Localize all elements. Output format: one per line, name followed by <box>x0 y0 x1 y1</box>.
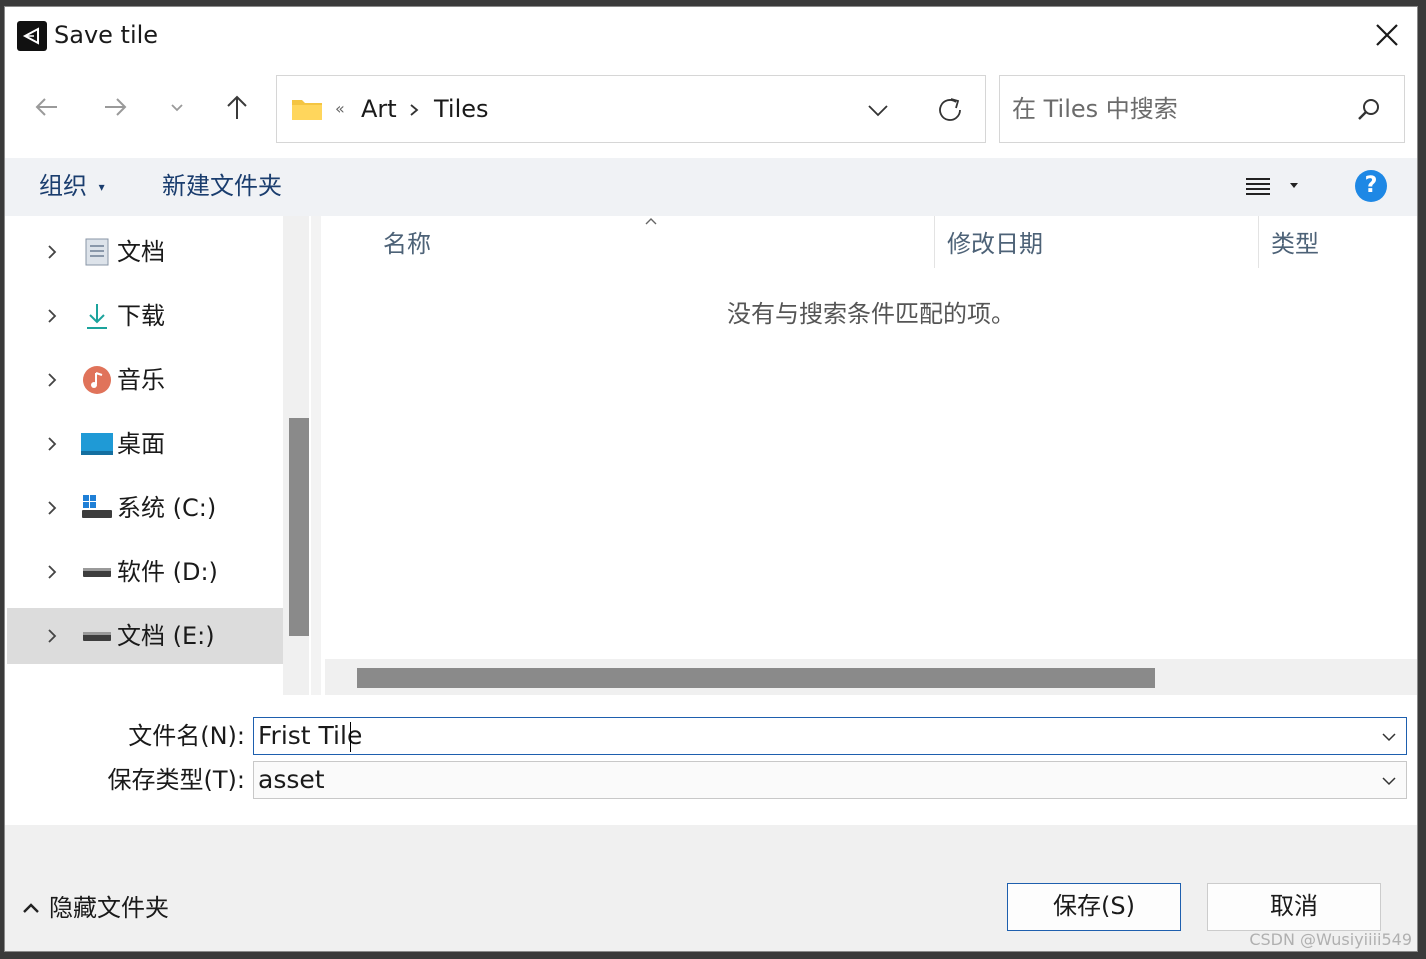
expand-chevron-icon[interactable] <box>41 433 63 455</box>
arrow-right-icon <box>105 98 127 116</box>
filename-value: Frist Tile <box>258 721 363 750</box>
sidebar-item-label: 文档 (E:) <box>117 622 215 650</box>
sidebar-item-drive-d[interactable]: 软件 (D:) <box>7 544 283 600</box>
command-toolbar: 组织 ▾ 新建文件夹 ? <box>5 158 1417 216</box>
expand-chevron-icon[interactable] <box>41 305 63 327</box>
filetype-value: asset <box>258 765 325 794</box>
navigation-bar: « Art Tiles 在 Tiles 中搜索 <box>5 63 1417 158</box>
chevron-down-icon[interactable] <box>1380 772 1398 790</box>
close-icon <box>1376 24 1398 46</box>
save-form: 文件名(N): Frist Tile 保存类型(T): asset <box>5 695 1417 825</box>
save-dialog: Save tile « Art Tiles 在 Tiles 中搜索 组织 ▾ 新… <box>4 6 1418 952</box>
navigation-pane: 文档 下载 音乐 桌面 系统 (C:) 软件 (D:) 文档 (E:) <box>5 216 311 695</box>
caret-down-icon: ▾ <box>98 180 105 194</box>
chevron-down-icon <box>171 104 183 112</box>
column-divider[interactable] <box>1258 216 1259 268</box>
recent-locations-button[interactable] <box>155 85 199 129</box>
chevron-right-icon <box>410 104 419 116</box>
save-button[interactable]: 保存(S) <box>1007 883 1181 931</box>
up-button[interactable] <box>215 85 259 129</box>
column-header-date[interactable]: 修改日期 <box>947 228 1043 260</box>
sidebar-item-music[interactable]: 音乐 <box>7 352 283 408</box>
breadcrumb-tiles[interactable]: Tiles <box>434 94 489 124</box>
sidebar-item-desktop[interactable]: 桌面 <box>7 416 283 472</box>
sidebar-item-downloads[interactable]: 下载 <box>7 288 283 344</box>
sidebar-item-label: 桌面 <box>117 430 165 458</box>
sidebar-item-label: 文档 <box>117 238 165 266</box>
organize-menu[interactable]: 组织 ▾ <box>39 170 105 203</box>
documents-icon <box>85 238 109 266</box>
sidebar-item-drive-c[interactable]: 系统 (C:) <box>7 480 283 536</box>
horizontal-scrollbar-thumb[interactable] <box>357 668 1155 688</box>
filename-label: 文件名(N): <box>128 722 245 750</box>
chevron-up-icon <box>23 903 39 913</box>
help-icon: ? <box>1364 173 1378 198</box>
chevron-down-icon[interactable] <box>1380 728 1398 746</box>
organize-label: 组织 <box>39 172 87 200</box>
unity-logo-icon <box>17 21 47 51</box>
column-header-name[interactable]: 名称 <box>383 228 431 260</box>
filename-field[interactable]: Frist Tile <box>253 717 1407 755</box>
windows-drive-icon <box>82 495 112 518</box>
window-title: Save tile <box>54 21 159 49</box>
drive-icon <box>83 568 111 577</box>
desktop-icon <box>81 433 113 455</box>
expand-chevron-icon[interactable] <box>41 497 63 519</box>
column-header-type[interactable]: 类型 <box>1271 228 1319 260</box>
expand-chevron-icon[interactable] <box>41 369 63 391</box>
sidebar-scrollbar-thumb[interactable] <box>289 418 309 636</box>
expand-chevron-icon[interactable] <box>41 561 63 583</box>
text-caret <box>350 722 351 752</box>
drive-icon <box>83 632 111 641</box>
sidebar-item-label: 下载 <box>117 302 165 330</box>
hide-folders-label: 隐藏文件夹 <box>49 894 169 922</box>
address-dropdown-icon[interactable] <box>865 98 891 122</box>
arrow-left-icon <box>35 98 57 116</box>
column-divider[interactable] <box>934 216 935 268</box>
download-icon <box>87 304 107 329</box>
empty-state-message: 没有与搜索条件匹配的项。 <box>727 300 1015 328</box>
cancel-button[interactable]: 取消 <box>1207 883 1381 931</box>
filetype-label: 保存类型(T): <box>107 766 245 794</box>
sidebar-item-label: 音乐 <box>117 366 165 394</box>
search-icon[interactable] <box>1356 97 1382 123</box>
search-input[interactable]: 在 Tiles 中搜索 <box>999 75 1405 143</box>
sort-ascending-icon <box>645 218 657 225</box>
arrow-up-icon <box>227 95 247 119</box>
breadcrumb-overflow[interactable]: « <box>335 94 345 124</box>
expand-chevron-icon[interactable] <box>41 625 63 647</box>
address-bar[interactable]: « Art Tiles <box>276 75 986 143</box>
title-bar: Save tile <box>5 7 1417 63</box>
sidebar-item-label: 软件 (D:) <box>117 558 218 586</box>
dialog-footer: 隐藏文件夹 保存(S) 取消 <box>5 825 1417 951</box>
refresh-icon[interactable] <box>933 94 967 126</box>
sidebar-item-drive-e[interactable]: 文档 (E:) <box>7 608 283 664</box>
sidebar-item-label: 系统 (C:) <box>117 494 217 522</box>
search-placeholder: 在 Tiles 中搜索 <box>1012 95 1178 123</box>
sidebar-item-documents[interactable]: 文档 <box>7 224 283 280</box>
forward-button[interactable] <box>93 85 137 129</box>
view-list-icon[interactable] <box>1243 174 1273 200</box>
help-button[interactable]: ? <box>1355 170 1387 202</box>
close-button[interactable] <box>1367 15 1407 55</box>
filetype-select[interactable]: asset <box>253 761 1407 799</box>
back-button[interactable] <box>25 85 69 129</box>
watermark: CSDN @Wusiyiiii549 <box>1249 930 1412 949</box>
view-options-caret-icon[interactable] <box>1287 178 1301 192</box>
breadcrumb-art[interactable]: Art <box>361 94 397 124</box>
music-icon <box>83 366 111 394</box>
folder-icon <box>292 100 322 120</box>
file-list: 名称 修改日期 类型 没有与搜索条件匹配的项。 <box>321 216 1417 695</box>
expand-chevron-icon[interactable] <box>41 241 63 263</box>
new-folder-button[interactable]: 新建文件夹 <box>162 170 282 202</box>
